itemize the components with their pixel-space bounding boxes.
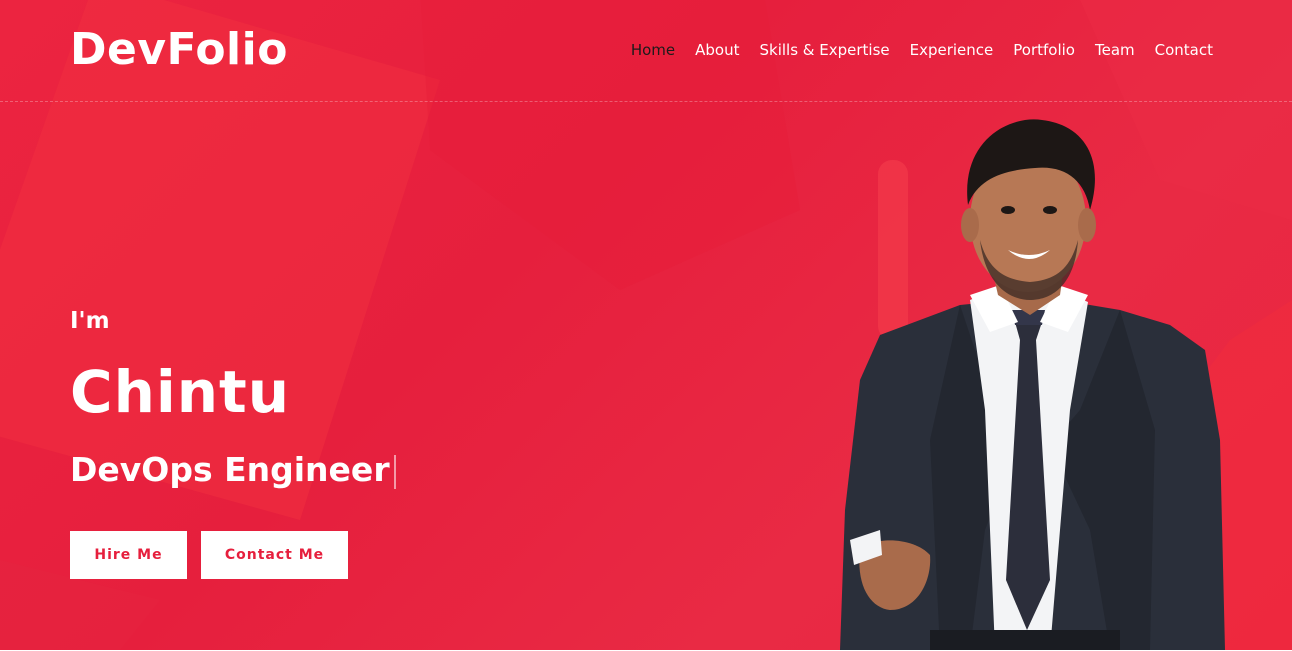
hire-me-button[interactable]: Hire Me xyxy=(70,531,187,579)
hero-role: DevOps Engineer xyxy=(70,448,396,492)
nav-contact[interactable]: Contact xyxy=(1155,40,1213,60)
person-portrait-icon xyxy=(840,119,1225,650)
hero-name: Chintu xyxy=(70,358,291,426)
nav-home[interactable]: Home xyxy=(631,40,675,60)
contact-me-button[interactable]: Contact Me xyxy=(201,531,348,579)
site-logo[interactable]: DevFolio xyxy=(70,24,288,76)
hero-role-text: DevOps Engineer xyxy=(70,450,390,489)
nav-portfolio[interactable]: Portfolio xyxy=(1013,40,1075,60)
hero-intro: I'm xyxy=(70,308,110,334)
hero-section: DevFolio Home About Skills & Expertise E… xyxy=(0,0,1292,650)
nav-experience[interactable]: Experience xyxy=(910,40,994,60)
nav-about[interactable]: About xyxy=(695,40,739,60)
site-header: DevFolio Home About Skills & Expertise E… xyxy=(0,0,1292,102)
nav-team[interactable]: Team xyxy=(1095,40,1135,60)
nav-skills[interactable]: Skills & Expertise xyxy=(759,40,889,60)
typing-cursor xyxy=(393,454,396,489)
main-nav: Home About Skills & Expertise Experience… xyxy=(631,40,1213,60)
